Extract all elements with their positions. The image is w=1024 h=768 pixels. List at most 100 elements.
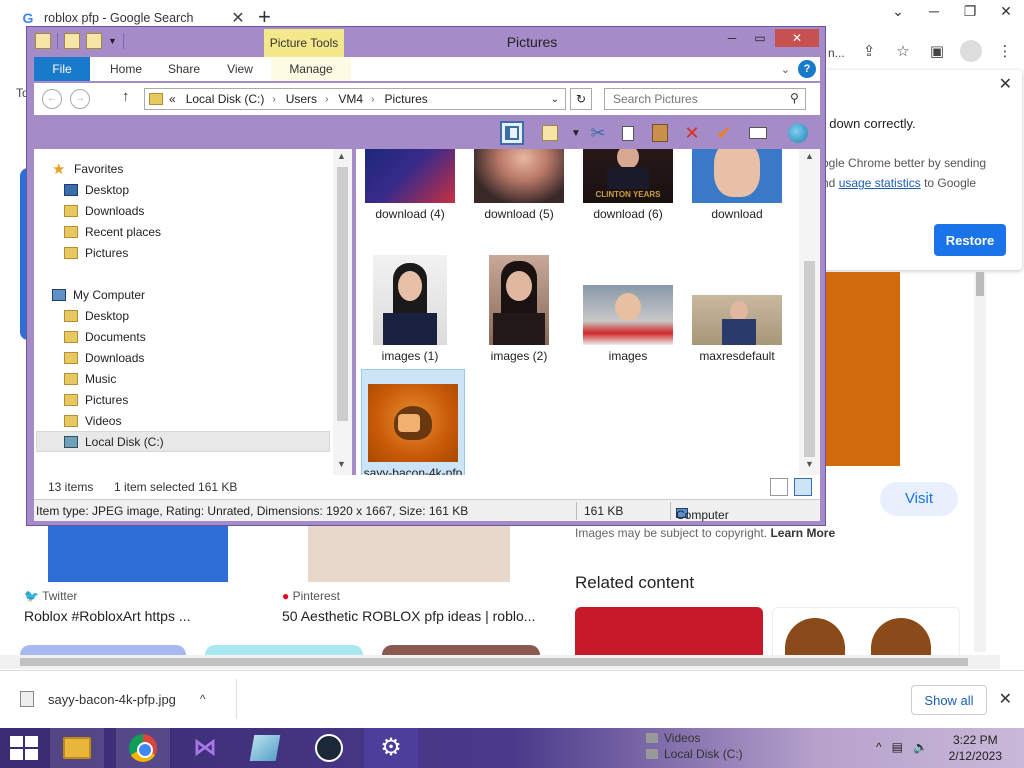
breadcrumb-overflow[interactable]: « <box>169 92 176 106</box>
breadcrumb-local-disk[interactable]: Local Disk (C:) <box>186 92 265 106</box>
globe-icon[interactable] <box>786 121 810 145</box>
taskbar-file-explorer[interactable] <box>50 728 104 768</box>
properties-icon[interactable] <box>35 33 51 49</box>
related-card-image[interactable] <box>575 607 763 657</box>
nav-item-desktop[interactable]: Desktop <box>64 179 129 200</box>
nav-item-recent-places[interactable]: Recent places <box>64 221 161 242</box>
taskbar-visual-studio[interactable]: ⋈ <box>178 728 232 768</box>
network-icon[interactable]: ▤ <box>892 740 903 754</box>
usage-statistics-link[interactable]: usage statistics <box>839 176 921 190</box>
file-item-selected[interactable]: sayy-bacon-4k-pfp <box>361 369 465 475</box>
result-title[interactable]: Roblox #RobloxArt https ... <box>24 608 191 624</box>
bookmark-star-icon[interactable]: ☆ <box>892 40 914 62</box>
new-folder-icon[interactable] <box>86 33 102 49</box>
details-view-icon[interactable] <box>770 478 788 496</box>
nav-my-computer[interactable]: My Computer <box>52 284 145 305</box>
side-panel-icon[interactable]: ▣ <box>926 40 948 62</box>
file-item[interactable]: maxresdefault <box>685 295 789 364</box>
nav-item-videos[interactable]: Videos <box>64 410 121 431</box>
nav-item-local-disk[interactable]: Local Disk (C:) <box>36 431 330 452</box>
nav-item-documents[interactable]: Documents <box>64 326 146 347</box>
rename-icon[interactable] <box>746 121 770 145</box>
file-item[interactable]: download <box>685 149 789 222</box>
maximize-icon[interactable]: ▭ <box>747 29 773 47</box>
nav-item-music[interactable]: Music <box>64 368 116 389</box>
tab-home[interactable]: Home <box>98 57 154 81</box>
toolbar-item[interactable]: Local Disk (C:) <box>646 746 743 762</box>
nav-item-downloads[interactable]: Downloads <box>64 200 144 221</box>
close-shelf-icon[interactable]: ✕ <box>999 689 1012 709</box>
toolbar-item[interactable]: Videos <box>646 730 743 746</box>
paste-icon[interactable] <box>648 121 672 145</box>
tab-file[interactable]: File <box>34 57 90 81</box>
copy-icon[interactable] <box>616 121 640 145</box>
related-card-image[interactable] <box>772 607 960 657</box>
breadcrumb-vm4[interactable]: VM4 <box>338 92 363 106</box>
customize-toolbar-icon[interactable]: ▼ <box>108 36 117 46</box>
restore-button[interactable]: Restore <box>934 224 1006 256</box>
close-popup-icon[interactable]: ✕ <box>999 74 1012 94</box>
chevron-up-icon[interactable]: ^ <box>200 692 206 706</box>
delete-icon[interactable]: ✕ <box>680 121 704 145</box>
tab-share[interactable]: Share <box>156 57 212 81</box>
address-bar[interactable]: « Local Disk (C:) › Users › VM4 › Pictur… <box>144 88 566 110</box>
download-item[interactable]: sayy-bacon-4k-pfp.jpg ^ <box>20 691 206 707</box>
nav-item-pictures[interactable]: Pictures <box>64 389 128 410</box>
taskbar-notepad[interactable] <box>238 728 292 768</box>
menu-kebab-icon[interactable]: ⋮ <box>994 40 1016 62</box>
scroll-up-icon[interactable]: ▲ <box>805 151 814 161</box>
result-image[interactable] <box>48 526 228 582</box>
file-item[interactable]: images (2) <box>467 255 571 364</box>
large-icons-view-icon[interactable] <box>794 478 812 496</box>
forward-icon[interactable]: → <box>70 89 90 109</box>
page-horizontal-scrollbar[interactable] <box>0 655 1000 669</box>
undo-icon[interactable] <box>64 33 80 49</box>
windows-start-icon[interactable] <box>10 736 38 760</box>
tab-manage[interactable]: Manage <box>271 57 351 81</box>
volume-icon[interactable]: 🔈 <box>913 740 928 754</box>
close-icon[interactable]: ✕ <box>775 29 819 47</box>
file-item[interactable]: download (4) <box>358 149 462 222</box>
preview-pane-icon[interactable] <box>500 121 524 145</box>
refresh-icon[interactable]: ↻ <box>570 88 592 110</box>
page-vertical-scrollbar[interactable] <box>974 272 986 652</box>
nav-item-pictures[interactable]: Pictures <box>64 242 128 263</box>
back-icon[interactable]: ← <box>42 89 62 109</box>
close-window-icon[interactable]: ✕ <box>988 0 1024 28</box>
expand-ribbon-icon[interactable]: ⌄ <box>781 63 790 76</box>
file-item[interactable]: images <box>576 285 680 364</box>
explorer-title-bar[interactable]: ▼ Picture Tools Pictures ─ ▭ ✕ <box>27 27 825 57</box>
taskbar-steam[interactable] <box>302 728 356 768</box>
nav-favorites[interactable]: ★ Favorites <box>52 158 123 179</box>
taskbar-settings[interactable]: ⚙ <box>364 728 418 768</box>
share-icon[interactable]: ⇪ <box>858 40 880 62</box>
nav-scrollbar[interactable]: ▲ ▼ <box>333 149 352 475</box>
file-list-scrollbar[interactable]: ▲ ▼ <box>799 149 820 475</box>
scroll-thumb[interactable] <box>804 261 815 457</box>
taskbar-chrome[interactable] <box>116 728 170 768</box>
scroll-up-icon[interactable]: ▲ <box>337 151 346 161</box>
show-all-button[interactable]: Show all <box>911 685 987 715</box>
chevron-right-icon[interactable]: › <box>371 94 374 105</box>
nav-item-desktop[interactable]: Desktop <box>64 305 129 326</box>
breadcrumb-pictures[interactable]: Pictures <box>384 92 427 106</box>
chevron-down-icon[interactable]: ▼ <box>564 121 588 145</box>
nav-item-downloads[interactable]: Downloads <box>64 347 144 368</box>
file-item[interactable]: images (1) <box>358 255 462 364</box>
visit-button[interactable]: Visit <box>880 482 958 516</box>
search-input[interactable] <box>604 88 806 110</box>
result-title[interactable]: 50 Aesthetic ROBLOX pfp ideas | roblo... <box>282 608 535 624</box>
file-item[interactable]: download (5) <box>467 149 571 222</box>
cut-icon[interactable]: ✂ <box>586 121 610 145</box>
chevron-down-icon[interactable]: ⌄ <box>551 94 559 105</box>
chevron-right-icon[interactable]: › <box>272 94 275 105</box>
learn-more-link[interactable]: Learn More <box>770 526 835 540</box>
checkmark-icon[interactable]: ✔ <box>712 121 736 145</box>
tab-search-icon[interactable]: ⌄ <box>880 0 916 28</box>
close-tab-icon[interactable]: ✕ <box>228 8 248 28</box>
help-icon[interactable]: ? <box>798 60 816 78</box>
minimize-icon[interactable]: ─ <box>916 0 952 28</box>
tab-view[interactable]: View <box>212 57 268 81</box>
chevron-right-icon[interactable]: › <box>325 94 328 105</box>
minimize-icon[interactable]: ─ <box>719 29 745 47</box>
